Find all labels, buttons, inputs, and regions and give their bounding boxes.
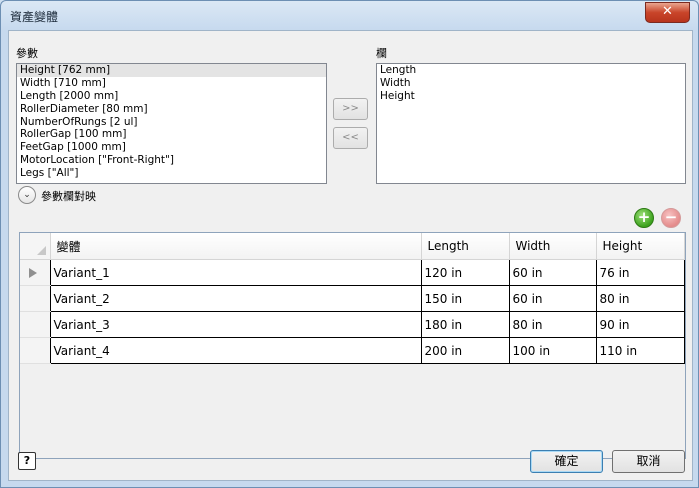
table-cell[interactable]: 120 in [420,259,510,286]
table-cell[interactable]: Variant_1 [49,259,422,286]
ok-button[interactable]: 確定 [530,450,603,473]
table-row: Variant_1 120 in 60 in 76 in [20,259,685,286]
list-item[interactable]: RollerDiameter [80 mm] [17,103,326,116]
table-cell[interactable]: 80 in [508,311,597,338]
table-row: Variant_2 150 in 60 in 80 in [20,285,685,312]
list-item[interactable]: Width [710 mm] [17,77,326,90]
variants-grid: 變體 Length Width Height Variant_1 120 in … [19,232,686,459]
row-header[interactable] [20,337,50,364]
title-bar: 資產變體 ✕ [1,1,698,30]
chevron-down-icon[interactable]: ⌄ [18,186,36,204]
window-title: 資產變體 [10,10,59,24]
mapping-label: 參數欄對映 [41,190,96,203]
table-cell[interactable]: 76 in [595,259,685,286]
table-row: Variant_3 180 in 80 in 90 in [20,311,685,338]
list-item[interactable]: Length [2000 mm] [17,90,326,103]
list-item[interactable]: Height [377,90,685,103]
close-icon: ✕ [662,4,673,19]
list-item[interactable]: RollerGap [100 mm] [17,128,326,141]
help-icon[interactable]: ? [18,452,36,470]
parameters-list[interactable]: Height [762 mm] Width [710 mm] Length [2… [16,63,327,184]
column-header[interactable]: Height [596,233,685,260]
current-row-arrow-icon [29,268,37,278]
cancel-button[interactable]: 取消 [612,450,685,473]
list-item[interactable]: NumberOfRungs [2 ul] [17,116,326,129]
list-item[interactable]: Length [377,64,685,77]
row-header[interactable] [20,285,50,312]
corner-triangle-icon [36,246,46,255]
table-cell[interactable]: 90 in [595,311,685,338]
table-cell[interactable]: 80 in [595,285,685,312]
close-button[interactable]: ✕ [645,2,690,23]
remove-row-icon[interactable]: − [661,208,681,228]
list-item[interactable]: Width [377,77,685,90]
row-header[interactable] [20,311,50,338]
list-item[interactable]: FeetGap [1000 mm] [17,141,326,154]
table-cell[interactable]: Variant_2 [49,285,422,312]
column-header[interactable]: Width [509,233,597,260]
remove-column-button[interactable]: << [333,127,368,149]
table-cell[interactable]: 100 in [508,337,597,364]
column-header[interactable]: 變體 [50,233,422,260]
add-column-button[interactable]: >> [333,98,368,120]
add-row-icon[interactable]: + [634,208,654,228]
row-header[interactable] [20,259,50,286]
table-cell[interactable]: 200 in [420,337,510,364]
table-cell[interactable]: 180 in [420,311,510,338]
table-cell[interactable]: 60 in [508,259,597,286]
parameters-label: 參數 [16,47,38,60]
table-cell[interactable]: Variant_4 [49,337,422,364]
table-row: Variant_4 200 in 100 in 110 in [20,337,685,364]
table-cell[interactable]: Variant_3 [49,311,422,338]
list-item[interactable]: Legs ["All"] [17,167,326,180]
list-item[interactable]: Height [762 mm] [17,64,326,77]
column-header[interactable]: Length [421,233,510,260]
table-cell[interactable]: 110 in [595,337,685,364]
table-cell[interactable]: 60 in [508,285,597,312]
columns-list[interactable]: Length Width Height [376,63,686,184]
dialog-body: 參數 Height [762 mm] Width [710 mm] Length… [8,30,693,481]
select-all-corner[interactable] [20,233,51,260]
table-header-row: 變體 Length Width Height [20,233,685,260]
variants-table: 變體 Length Width Height Variant_1 120 in … [20,233,685,364]
list-item[interactable]: MotorLocation ["Front-Right"] [17,154,326,167]
dialog-window: 資產變體 ✕ 參數 Height [762 mm] Width [710 mm]… [0,0,699,488]
table-cell[interactable]: 150 in [420,285,510,312]
columns-label: 欄 [376,47,387,60]
